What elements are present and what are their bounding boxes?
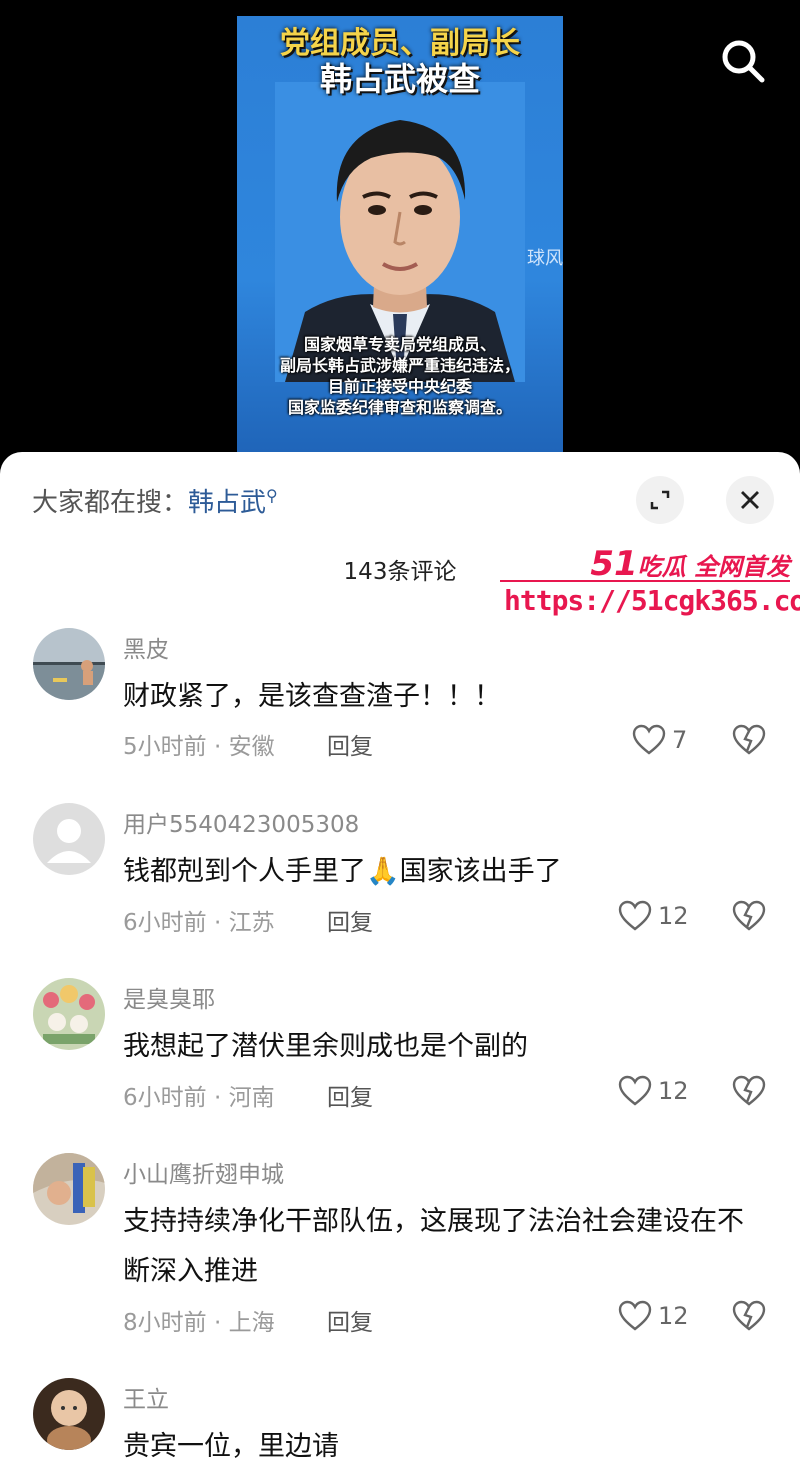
reply-button[interactable]: 回复 [327,1078,373,1112]
avatar[interactable] [33,978,105,1050]
search-icon[interactable] [720,38,766,84]
comment-username[interactable]: 黑皮 [123,630,169,664]
broken-heart-icon [732,1075,766,1106]
avatar[interactable] [33,803,105,875]
dislike-button[interactable] [732,724,766,760]
comment-username[interactable]: 王立 [123,1380,169,1414]
small-search-icon: ⚲ [266,486,278,506]
close-button[interactable] [726,476,774,524]
avatar[interactable] [33,628,105,700]
expand-icon [650,490,670,510]
broken-heart-icon [732,724,766,755]
avatar[interactable] [33,1153,105,1225]
like-button[interactable]: 12 [618,1300,689,1332]
reply-button[interactable]: 回复 [327,727,373,761]
comment-meta: 8小时前 · 上海 [123,1310,275,1336]
promo-brand-number: 51 [590,544,638,584]
like-count: 12 [658,1077,689,1105]
promo-brand-text: 吃瓜 全网首发 [637,553,790,581]
comment-meta: 5小时前 · 安徽 [123,734,275,760]
caption-line: 国家烟草专卖局党组成员、 [303,335,496,354]
caption-line: 副局长韩占武涉嫌严重违纪违法， [279,356,520,375]
comment-sheet: 大家都在搜：韩占武⚲ 143条评论 51吃瓜 全网首发 https://51cg… [0,452,800,1462]
comment-text: 财政紧了，是该查查渣子！！！ [123,681,501,712]
like-button[interactable]: 7 [632,724,687,756]
dislike-button[interactable] [732,1300,766,1336]
heart-icon [618,1300,652,1331]
heart-icon [632,724,666,755]
broken-heart-icon [732,1300,766,1331]
comment-text: 我想起了潜伏里余则成也是个副的 [123,1031,528,1062]
video-player[interactable]: 党组成员、副局长 韩占武被查 球风 国家烟草专卖局党组成员、 副局长韩占武涉嫌严… [0,0,800,470]
dislike-button[interactable] [732,900,766,936]
dislike-button[interactable] [732,1075,766,1111]
video-watermark: 球风 [527,248,563,269]
comment-username[interactable]: 小山鹰折翅申城 [123,1155,284,1189]
close-icon [741,491,759,509]
like-count: 12 [658,1302,689,1330]
comment-username[interactable]: 是臭臭耶 [123,980,215,1014]
heart-icon [618,900,652,931]
promo-brand: 51吃瓜 全网首发 [590,544,790,584]
like-button[interactable]: 12 [618,1075,689,1107]
like-count: 12 [658,902,689,930]
video-caption: 国家烟草专卖局党组成员、 副局长韩占武涉嫌严重违纪违法， 目前正接受中央纪委 国… [237,334,563,418]
video-poster: 党组成员、副局长 韩占武被查 球风 国家烟草专卖局党组成员、 副局长韩占武涉嫌严… [237,16,563,456]
caption-line: 目前正接受中央纪委 [327,377,472,396]
comment-meta: 6小时前 · 江苏 [123,910,275,936]
promo-url: https://51cgk365.com [504,584,800,617]
reply-button[interactable]: 回复 [327,903,373,937]
comment-meta: 6小时前 · 河南 [123,1085,275,1111]
comment-text: 贵宾一位，里边请 [123,1431,339,1462]
broken-heart-icon [732,900,766,931]
like-count: 7 [672,726,688,754]
comment-text: 支持持续净化干部队伍，这展现了法治社会建设在不断深入推进 [123,1206,744,1287]
search-suggestion-prefix: 大家都在搜： [32,488,189,518]
comment-text: 钱都剋到个人手里了🙏国家该出手了 [123,856,562,887]
reply-button[interactable]: 回复 [327,1303,373,1337]
caption-line: 国家监委纪律审查和监察调查。 [287,398,512,417]
video-title-line2: 韩占武被查 [319,60,480,98]
expand-button[interactable] [636,476,684,524]
screen: 党组成员、副局长 韩占武被查 球风 国家烟草专卖局党组成员、 副局长韩占武涉嫌严… [0,0,800,1462]
avatar[interactable] [33,1378,105,1450]
search-suggestion-term[interactable]: 韩占武 [188,488,266,518]
search-suggestion[interactable]: 大家都在搜：韩占武⚲ [32,482,278,519]
heart-icon [618,1075,652,1106]
comment-username[interactable]: 用户5540423005308 [123,805,359,839]
like-button[interactable]: 12 [618,900,689,932]
promo-watermark: 51吃瓜 全网首发 https://51cgk365.com [498,544,800,624]
promo-divider [500,580,790,582]
